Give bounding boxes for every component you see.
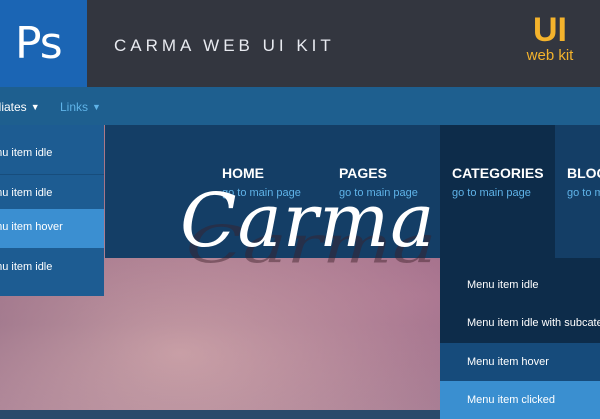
- secondary-nav-bar: lliates▼ Links▼: [0, 87, 600, 125]
- ui-badge: UI web kit: [520, 12, 580, 64]
- nav-item-label: BLOG: [567, 165, 600, 181]
- dropdown-item-label: enu item idle: [0, 147, 53, 159]
- nav-item-sub: go to main page: [452, 187, 531, 199]
- dropdown-item[interactable]: enu item hover: [0, 209, 104, 248]
- dropdown-item[interactable]: Menu item idle: [440, 266, 600, 304]
- dropdown-item-label: enu item hover: [0, 221, 63, 233]
- ui-badge-big: UI: [533, 11, 567, 49]
- kit-header: Ps CARMA WEB UI KIT UI web kit: [0, 0, 600, 87]
- dropdown-item-label: Menu item idle with subcate: [467, 317, 600, 329]
- dropdown-item-label: Menu item idle: [467, 279, 539, 291]
- categories-dropdown: Menu item idle Menu item idle with subca…: [440, 258, 600, 419]
- kit-title: CARMA WEB UI KIT: [114, 36, 335, 55]
- ui-badge-small: web kit: [526, 47, 574, 64]
- chevron-down-icon: ▼: [92, 102, 101, 112]
- dropdown-item[interactable]: Menu item hover: [440, 343, 600, 381]
- affiliates-dropdown: enu item idle enu item idle enu item hov…: [0, 125, 104, 296]
- dropdown-item-label: enu item idle: [0, 261, 53, 273]
- carma-script-title: Carma: [180, 178, 436, 264]
- photoshop-icon: Ps: [0, 0, 87, 87]
- nav-item-label: CATEGORIES: [452, 165, 544, 181]
- ps-icon-text: Ps: [15, 18, 63, 69]
- subbar-item-affiliates[interactable]: lliates▼: [0, 100, 40, 114]
- dropdown-item-label: enu item idle: [0, 187, 53, 199]
- dropdown-item-label: Menu item hover: [467, 356, 549, 368]
- dropdown-item[interactable]: enu item idle: [0, 135, 104, 174]
- nav-item-blog[interactable]: BLOG go to m: [555, 125, 600, 258]
- dropdown-item[interactable]: enu item idle: [0, 249, 104, 288]
- dropdown-item-label: Menu item clicked: [467, 394, 556, 406]
- chevron-down-icon: ▼: [30, 102, 40, 112]
- subbar-item-label: Links: [60, 100, 89, 114]
- nav-item-categories[interactable]: CATEGORIES go to main page: [440, 125, 555, 258]
- subbar-item-label: lliates: [0, 100, 27, 114]
- dropdown-item[interactable]: Menu item clicked: [440, 381, 600, 419]
- subbar-item-links[interactable]: Links ▼: [60, 100, 101, 114]
- nav-item-sub: go to m: [567, 187, 600, 199]
- dropdown-item[interactable]: Menu item idle with subcate: [440, 304, 600, 342]
